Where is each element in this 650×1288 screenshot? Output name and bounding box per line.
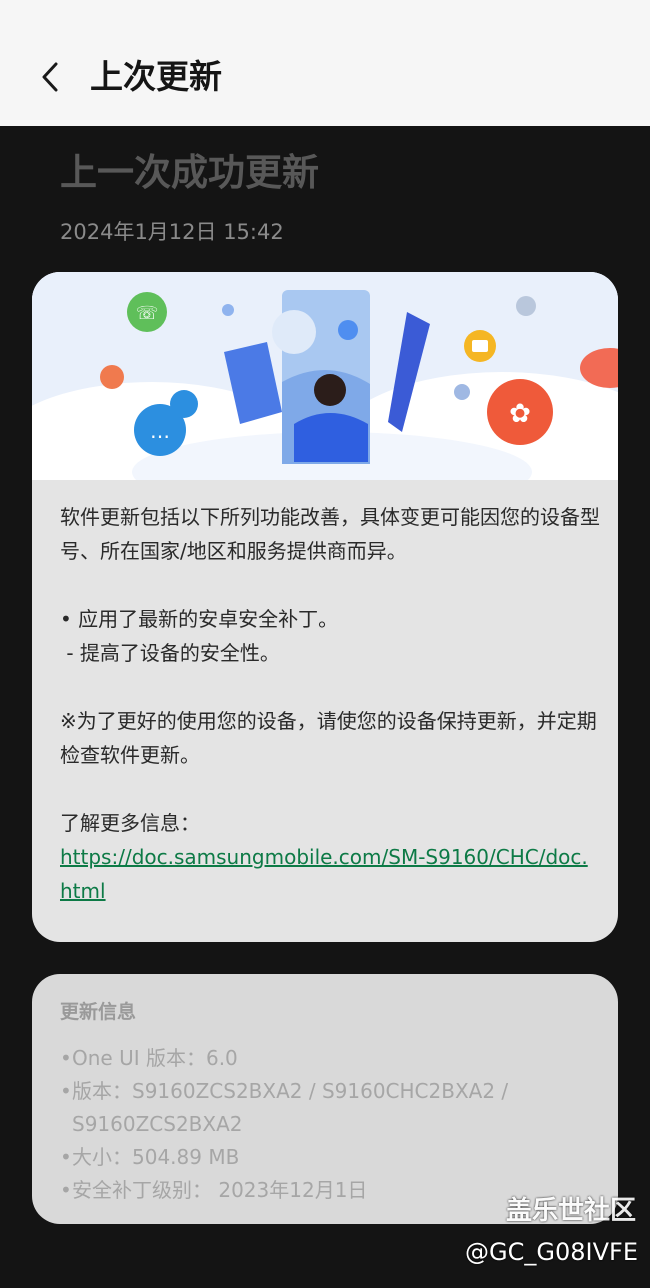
doc-link[interactable]: https://doc.samsungmobile.com/SM-S9160/C…	[60, 845, 588, 903]
watermark-handle: @GC_G08IVFE	[465, 1238, 638, 1266]
notes-intro: 软件更新包括以下所列功能改善，具体变更可能因您的设备型号、所在国家/地区和服务提…	[60, 505, 600, 563]
svg-text:☏: ☏	[136, 303, 159, 324]
bullet: •	[60, 1145, 72, 1169]
info-item-text: 版本：S9160ZCS2BXA2 / S9160CHC2BXA2 / S9160…	[72, 1079, 509, 1136]
notes-sub-bullet: - 提高了设备的安全性。	[60, 641, 280, 665]
info-item-text: One UI 版本：6.0	[72, 1046, 238, 1070]
notes-bullet: • 应用了最新的安卓安全补丁。	[60, 607, 339, 631]
bullet: •	[60, 1046, 72, 1070]
info-item-version: • 版本：S9160ZCS2BXA2 / S9160CHC2BXA2 / S91…	[60, 1075, 600, 1141]
watermark-logo: 盖乐世社区	[505, 1196, 636, 1226]
header-title: 上次更新	[90, 57, 222, 96]
release-notes: 软件更新包括以下所列功能改善，具体变更可能因您的设备型号、所在国家/地区和服务提…	[60, 500, 600, 908]
bullet: •	[60, 1079, 72, 1103]
info-item-one-ui-version: • One UI 版本：6.0	[60, 1042, 600, 1075]
bullet: •	[60, 1178, 72, 1202]
back-button[interactable]	[30, 54, 70, 100]
page-title: 上一次成功更新	[60, 151, 319, 194]
samsung-update-illustration-icon: ☏ … ✿	[32, 272, 618, 522]
banner-illustration: ☏ … ✿	[32, 272, 618, 522]
info-item-text: 大小：504.89 MB	[72, 1145, 240, 1169]
chevron-left-icon	[42, 62, 58, 92]
update-info-list: • One UI 版本：6.0 • 版本：S9160ZCS2BXA2 / S91…	[60, 1042, 600, 1207]
notes-note: ※为了更好的使用您的设备，请使您的设备保持更新，并定期检查软件更新。	[60, 709, 597, 767]
update-info-card: 更新信息 • One UI 版本：6.0 • 版本：S9160ZCS2BXA2 …	[32, 974, 618, 1224]
update-date: 2024年1月12日 15:42	[60, 220, 284, 244]
update-info-title: 更新信息	[60, 1001, 137, 1023]
release-notes-card: ☏ … ✿ 软件更新包括以下所列功能改善，具体变更可能因您的设备型号、所在国家/…	[32, 272, 618, 942]
svg-text:…: …	[150, 419, 170, 443]
info-item-text: 安全补丁级别： 2023年12月1日	[72, 1178, 368, 1202]
info-item-size: • 大小：504.89 MB	[60, 1141, 600, 1174]
svg-text:✿: ✿	[509, 399, 531, 429]
app-bar: 上次更新	[0, 0, 650, 126]
more-info-label: 了解更多信息：	[60, 811, 200, 835]
